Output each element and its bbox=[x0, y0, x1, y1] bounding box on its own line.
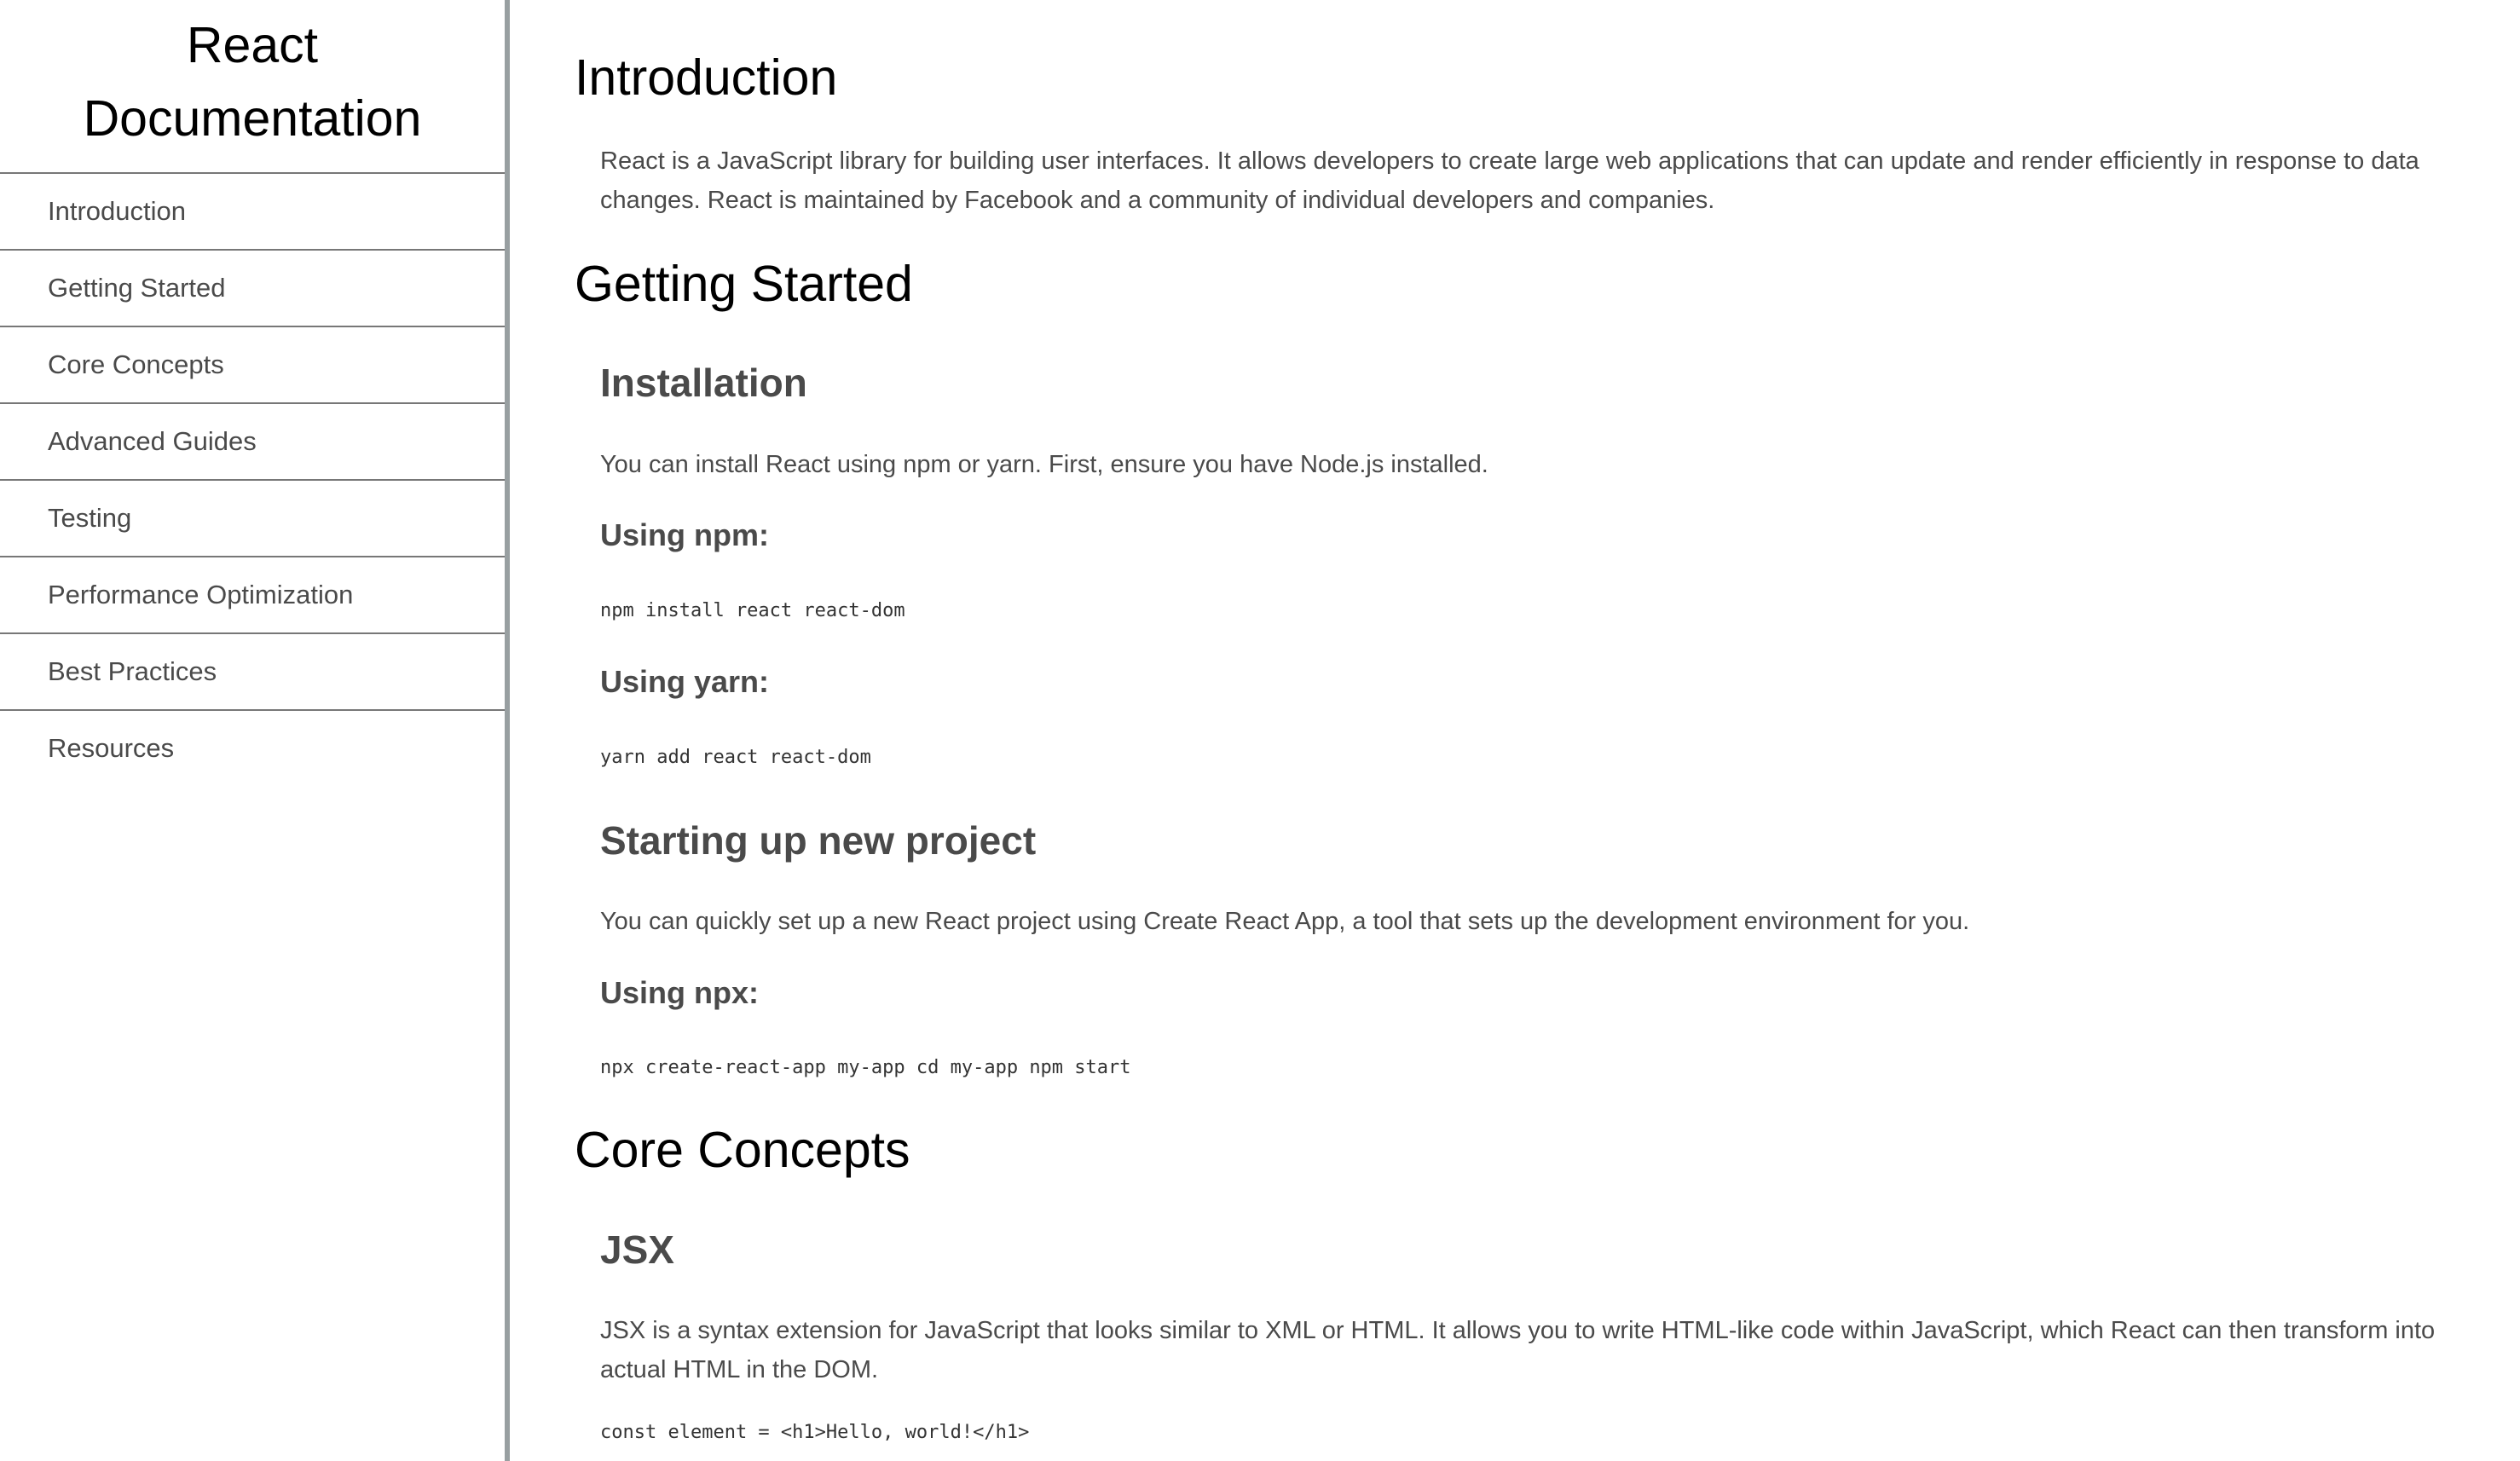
subsection-title-installation: Installation bbox=[600, 361, 807, 405]
subsection-title-new-project: Starting up new project bbox=[600, 818, 1037, 863]
jsx-text: JSX is a syntax extension for JavaScript… bbox=[600, 1317, 2436, 1383]
npm-install-code: npm install react react-dom bbox=[600, 600, 905, 621]
sidebar-item-introduction[interactable]: Introduction bbox=[0, 174, 505, 251]
sidebar-item-advanced-guides[interactable]: Advanced Guides bbox=[0, 404, 505, 481]
using-npm-heading: Using npm: bbox=[600, 517, 769, 552]
sidebar-item-testing[interactable]: Testing bbox=[0, 481, 505, 557]
introduction-text: React is a JavaScript library for buildi… bbox=[600, 147, 2419, 214]
section-title-getting-started: Getting Started bbox=[575, 256, 913, 312]
sidebar-nav: Introduction Getting Started Core Concep… bbox=[0, 174, 505, 786]
sidebar-item-best-practices[interactable]: Best Practices bbox=[0, 634, 505, 711]
using-npx-heading: Using npx: bbox=[600, 975, 759, 1010]
installation-text: You can install React using npm or yarn.… bbox=[600, 451, 1488, 478]
sidebar: React Documentation Introduction Getting… bbox=[0, 0, 510, 1461]
jsx-example-code: const element = <h1>Hello, world!</h1> bbox=[600, 1422, 1030, 1443]
sidebar-item-core-concepts[interactable]: Core Concepts bbox=[0, 327, 505, 404]
npx-create-app-code: npx create-react-app my-app cd my-app np… bbox=[600, 1057, 1131, 1078]
section-title-core-concepts: Core Concepts bbox=[575, 1122, 910, 1178]
sidebar-title: React Documentation bbox=[0, 0, 505, 174]
yarn-install-code: yarn add react react-dom bbox=[600, 747, 871, 768]
sidebar-item-getting-started[interactable]: Getting Started bbox=[0, 251, 505, 327]
sidebar-item-resources[interactable]: Resources bbox=[0, 711, 505, 786]
section-title-introduction: Introduction bbox=[575, 49, 838, 106]
new-project-text: You can quickly set up a new React proje… bbox=[600, 908, 1970, 935]
subsection-title-jsx: JSX bbox=[600, 1227, 674, 1272]
sidebar-item-performance-optimization[interactable]: Performance Optimization bbox=[0, 557, 505, 634]
using-yarn-heading: Using yarn: bbox=[600, 664, 770, 699]
